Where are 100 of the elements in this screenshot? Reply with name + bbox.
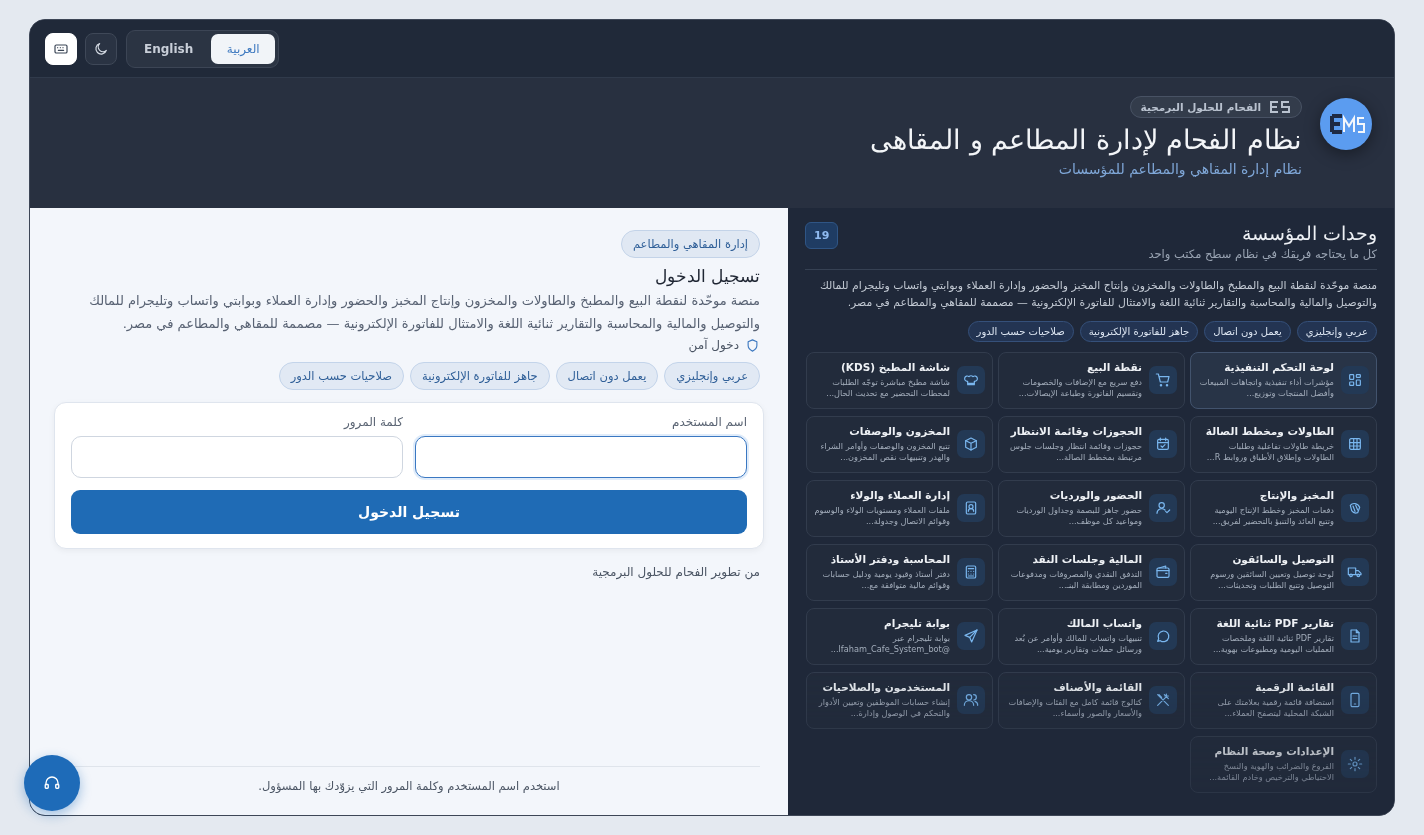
paper-plane-icon: [963, 628, 979, 645]
login-button[interactable]: تسجيل الدخول: [71, 489, 747, 534]
module-card[interactable]: إدارة العملاء والولاء ملفات العملاء ومستويات الولاء والوسوم وقوائم الاتصال وجدولة...: [806, 479, 993, 537]
module-card[interactable]: بوابة تليجرام بوابة تليجرام عبر @lfaham_Cafe_System_bot...: [806, 607, 993, 665]
module-title: واتساب المالك: [1065, 617, 1142, 631]
module-card[interactable]: التوصيل والسائقون لوحة توصيل وتعيين السائقين ورسوم التوصيل وتتبع الطلبات وتحديثات...: [1190, 543, 1377, 601]
module-description: تقارير PDF ثنائية اللغة وملخصات العمليات اليومية ومطبوعات بهوية...: [1212, 632, 1334, 655]
count-badge: 19: [805, 222, 839, 249]
feature-tag: جاهز للفاتورة الإلكترونية: [1079, 320, 1199, 342]
dashboard-icon: [1347, 372, 1363, 389]
module-title: الحجوزات وقائمة الانتظار: [1009, 425, 1142, 439]
utensils-icon: [1155, 692, 1171, 709]
module-description: دفع سريع مع الإضافات والخصومات وتقسيم الفاتورة وطباعة الإيصالات...: [1017, 376, 1142, 399]
feature-tag: صلاحيات حسب الدور: [967, 320, 1074, 342]
language-tab[interactable]: العربية: [211, 33, 276, 64]
developer-credit: من تطوير الفحام للحلول البرمجية: [592, 564, 760, 579]
wallet-icon: [1155, 564, 1171, 581]
feature-tag: جاهز للفاتورة الإلكترونية: [410, 361, 550, 390]
moon-icon: [93, 40, 109, 57]
login-title: تسجيل الدخول: [654, 266, 760, 286]
module-title: بوابة تليجرام: [883, 617, 950, 631]
module-card[interactable]: المخزون والوصفات تتبع المخزون والوصفات وأوامر الشراء والهدر وتنبيهات نقص المخزون...: [806, 415, 993, 473]
module-title: شاشة المطبخ (KDS): [840, 361, 950, 375]
module-title: القائمة والأصناف: [1052, 681, 1142, 695]
field-label: كلمة المرور: [342, 414, 403, 429]
box-icon: [963, 436, 979, 453]
module-description: لوحة توصيل وتعيين السائقين ورسوم التوصيل وتتبع الطلبات وتحديثات...: [1209, 568, 1334, 591]
section-description: منصة موحّدة لنقطة البيع والمطبخ والطاولات والمخزون وإنتاج المخبز والحضور وإدارة العملاء وبوابتي واتساب وتليجرام للمالك والتوصيل والمالية والمحاسبة والتقارير ثنائية اللغة والامتثال للفاتورة الإلكترونية — مصممة للمقاهي والمطاعم في مصر.: [818, 278, 1377, 312]
module-card[interactable]: نقطة البيع دفع سريع مع الإضافات والخصومات وتقسيم الفاتورة وطباعة الإيصالات...: [998, 351, 1185, 409]
calculator-icon: [963, 564, 979, 581]
feature-tag: عربي وإنجليزي: [664, 361, 760, 390]
feature-tag: عربي وإنجليزي: [1296, 320, 1377, 342]
cart-icon: [1155, 372, 1171, 389]
language-tab[interactable]: English: [130, 33, 208, 64]
module-title: المخزون والوصفات: [848, 425, 950, 439]
module-description: تتبع المخزون والوصفات وأوامر الشراء والهدر وتنبيهات نقص المخزون...: [819, 440, 950, 463]
module-description: بوابة تليجرام عبر @lfaham_Cafe_System_bot...: [829, 632, 950, 655]
module-card[interactable]: الحجوزات وقائمة الانتظار حجوزات وقائمة انتظار وجلسات جلوس مرتبطة بمخطط الصالة...: [998, 415, 1185, 473]
module-card[interactable]: الحضور والورديات حضور جاهز للبصمة وجداول الورديات ومواعيد كل موظف...: [998, 479, 1185, 537]
module-card[interactable]: واتساب المالك تنبيهات واتساب للمالك وأوامر عن بُعد ورسائل حملات وتقارير يومية...: [998, 607, 1185, 665]
module-card[interactable]: القائمة الرقمية استضافة قائمة رقمية بعلامتك على الشبكة المحلية ليتصفح العملاء...: [1190, 671, 1377, 729]
module-description: دفعات المخبز وخطط الإنتاج اليومية وتتبع العائد والتنبؤ بالتحضير لفريق...: [1211, 504, 1334, 527]
module-title: القائمة الرقمية: [1254, 681, 1334, 695]
field-label: اسم المستخدم: [671, 414, 747, 429]
module-card[interactable]: تقارير PDF ثنائية اللغة تقارير PDF ثنائية اللغة وملخصات العمليات اليومية ومطبوعات بهوية...: [1190, 607, 1377, 665]
category-pill: إدارة المقاهي والمطاعم: [620, 230, 760, 258]
module-description: استضافة قائمة رقمية بعلامتك على الشبكة المحلية ليتصفح العملاء...: [1216, 696, 1334, 719]
module-title: إدارة العملاء والولاء: [849, 489, 950, 503]
module-card[interactable]: المالية وجلسات النقد التدفق النقدي والمصروفات ومدفوعات الموردين ومطابقة البنـ...: [998, 543, 1185, 601]
input-field[interactable]: [415, 435, 747, 478]
module-card[interactable]: القائمة والأصناف كتالوج قائمة كامل مع الفئات والإضافات والأسعار والصور وأسماء...: [998, 671, 1185, 729]
module-title: المالية وجلسات النقد: [1031, 553, 1142, 567]
keyboard-button[interactable]: [45, 32, 77, 65]
feature-tag: يعمل دون اتصال: [1204, 320, 1291, 342]
module-description: كتالوج قائمة كامل مع الفئات والإضافات والأسعار والصور وأسماء...: [1007, 696, 1142, 719]
feature-tag: صلاحيات حسب الدور: [278, 361, 405, 390]
user-check-icon: [1155, 500, 1171, 517]
module-card[interactable]: الإعدادات وصحة النظام الفروع والضرائب والهوية والنسخ الاحتياطي والترخيص وخادم القائمة...: [1190, 735, 1377, 793]
module-description: التدفق النقدي والمصروفات ومدفوعات الموردين ومطابقة البنـ...: [1009, 568, 1142, 591]
module-description: خريطة طاولات تفاعلية وطلبات الطاولات وإطلاق الأطباق وروابط R...: [1205, 440, 1334, 463]
feature-tag: يعمل دون اتصال: [555, 361, 659, 390]
module-title: المخبز والإنتاج: [1258, 489, 1334, 503]
module-description: حضور جاهز للبصمة وجداول الورديات ومواعيد كل موظف...: [1015, 504, 1142, 527]
login-description: منصة موحّدة لنقطة البيع والمطبخ والطاولات والمخزون وإنتاج المخبز والحضور وإدارة العملاء وبوابتي واتساب وتليجرام للمالك والتوصيل والمالية والمحاسبة والتقارير ثنائية اللغة والامتثال للفاتورة الإلكترونية — مصممة للمقاهي والمطاعم في مصر.: [88, 292, 760, 334]
module-card[interactable]: شاشة المطبخ (KDS) شاشة مطبخ مباشرة توجّه الطلبات لمحطات التحضير مع تحديث الحال...: [806, 351, 993, 409]
module-title: الإعدادات وصحة النظام: [1213, 745, 1334, 759]
secure-note: دخول آمن: [688, 338, 739, 352]
app-subtitle: نظام إدارة المقاهي والمطاعم للمؤسسات: [1058, 161, 1302, 178]
id-badge-icon: [963, 500, 979, 517]
module-description: دفتر أستاذ وقيود يومية ودليل حسابات وقوائم مالية متوافقة مع...: [821, 568, 950, 591]
theme-button[interactable]: [85, 32, 117, 65]
module-description: الفروع والضرائب والهوية والنسخ الاحتياطي والترخيص وخادم القائمة...: [1208, 760, 1334, 783]
module-description: ملفات العملاء ومستويات الولاء والوسوم وقوائم الاتصال وجدولة...: [814, 504, 950, 527]
module-title: الطاولات ومخطط الصالة: [1204, 425, 1334, 439]
module-title: المستخدمون والصلاحيات: [821, 681, 950, 695]
chat-bubble-icon: [1155, 628, 1171, 645]
module-card[interactable]: المحاسبة ودفتر الأستاذ دفتر أستاذ وقيود يومية ودليل حسابات وقوائم مالية متوافقة مع...: [806, 543, 993, 601]
logo-icon: [1320, 98, 1372, 150]
module-title: الحضور والورديات: [1048, 489, 1142, 503]
module-description: إنشاء حسابات الموظفين وتعيين الأدوار والتحكم في الوصول وإدارة...: [817, 696, 950, 719]
company-name: الفحام للحلول البرمجية: [1140, 101, 1261, 113]
section-subtitle: كل ما يحتاجه فريقك في نظام سطح مكتب واحد: [1148, 247, 1377, 261]
module-description: حجوزات وقائمة انتظار وجلسات جلوس مرتبطة بمخطط الصالة...: [1008, 440, 1142, 463]
grid-icon: [1347, 436, 1363, 453]
module-title: لوحة التحكم التنفيذية: [1223, 361, 1334, 375]
module-card[interactable]: المخبز والإنتاج دفعات المخبز وخطط الإنتاج اليومية وتتبع العائد والتنبؤ بالتحضير لفريق...: [1190, 479, 1377, 537]
module-card[interactable]: لوحة التحكم التنفيذية مؤشرات أداء تنفيذية واتجاهات المبيعات وأفضل المنتجات وتوزيع...: [1190, 351, 1377, 409]
calendar-check-icon: [1155, 436, 1171, 453]
module-title: التوصيل والسائقون: [1231, 553, 1334, 567]
shield-icon: [745, 337, 760, 353]
company-logo-icon: [1269, 100, 1291, 114]
module-card[interactable]: الطاولات ومخطط الصالة خريطة طاولات تفاعلية وطلبات الطاولات وإطلاق الأطباق وروابط R...: [1190, 415, 1377, 473]
module-description: مؤشرات أداء تنفيذية واتجاهات المبيعات وأفضل المنتجات وتوزيع...: [1198, 376, 1334, 399]
module-description: تنبيهات واتساب للمالك وأوامر عن بُعد ورسائل حملات وتقارير يومية...: [1013, 632, 1142, 655]
module-title: نقطة البيع: [1085, 361, 1142, 375]
headset-icon: [43, 774, 61, 792]
module-card[interactable]: المستخدمون والصلاحيات إنشاء حسابات الموظفين وتعيين الأدوار والتحكم في الوصول وإدارة...: [806, 671, 993, 729]
document-icon: [1347, 628, 1363, 645]
login-hint: استخدم اسم المستخدم وكلمة المرور التي يزوّدك بها المسؤول.: [258, 779, 560, 793]
users-icon: [963, 692, 979, 709]
